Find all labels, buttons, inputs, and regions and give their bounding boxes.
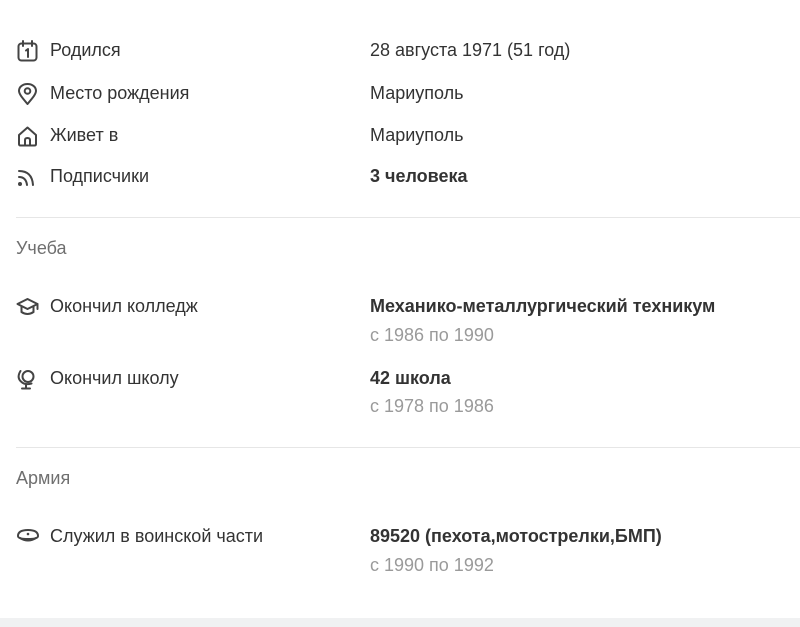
army-heading: Армия bbox=[16, 468, 71, 488]
divider bbox=[16, 447, 800, 448]
school-period: с 1978 по 1986 bbox=[370, 396, 494, 416]
birthplace-link[interactable]: Мариуполь bbox=[370, 81, 464, 105]
calendar-icon bbox=[16, 40, 40, 62]
college-label: Окончил колледж bbox=[50, 296, 198, 316]
military-cap-icon bbox=[16, 526, 40, 548]
home-icon bbox=[16, 125, 40, 147]
born-value: 28 августа 1971 (51 год) bbox=[370, 40, 571, 60]
college-link[interactable]: Механико-металлургический техникум bbox=[370, 294, 715, 318]
globe-icon bbox=[16, 368, 40, 390]
profile-details: Родился 28 августа 1971 (51 год) Место р… bbox=[0, 0, 800, 627]
graduation-cap-icon bbox=[16, 296, 40, 318]
bottom-bar bbox=[0, 618, 800, 627]
education-heading: Учеба bbox=[16, 238, 67, 258]
college-period: с 1986 по 1990 bbox=[370, 325, 494, 345]
followers-link[interactable]: 3 человека bbox=[370, 164, 468, 188]
born-label: Родился bbox=[50, 40, 121, 60]
school-label: Окончил школу bbox=[50, 368, 179, 388]
army-unit-period: с 1990 по 1992 bbox=[370, 555, 494, 575]
lives-label: Живет в bbox=[50, 125, 119, 145]
school-link[interactable]: 42 школа bbox=[370, 366, 451, 390]
location-pin-icon bbox=[16, 83, 40, 105]
army-unit-label: Служил в воинской части bbox=[50, 526, 264, 546]
birthplace-label: Место рождения bbox=[50, 83, 190, 103]
lives-link[interactable]: Мариуполь bbox=[370, 123, 464, 147]
followers-label: Подписчики bbox=[50, 166, 150, 186]
army-unit-link[interactable]: 89520 (пехота,мотострелки,БМП) bbox=[370, 524, 662, 548]
divider bbox=[16, 217, 800, 218]
rss-icon bbox=[16, 166, 40, 188]
